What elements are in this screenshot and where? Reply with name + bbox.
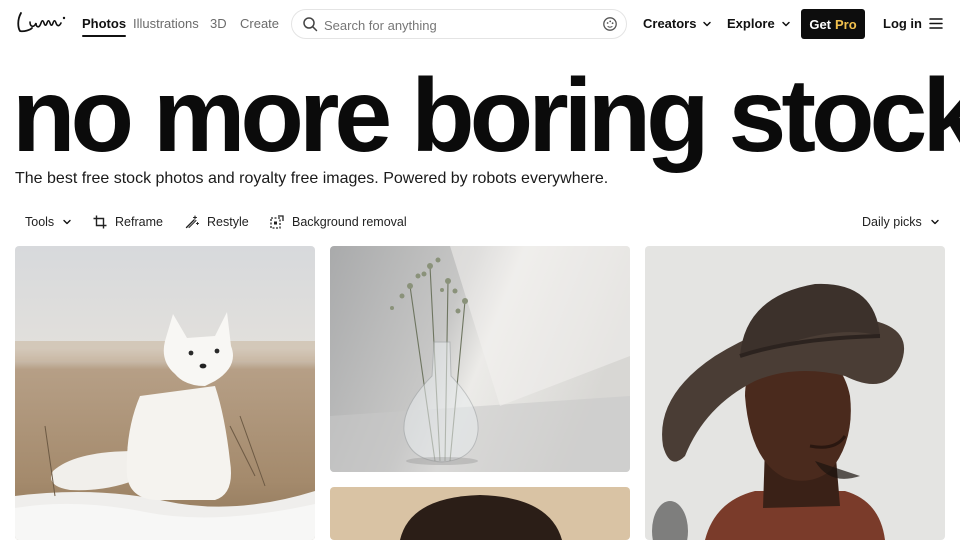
chevron-down-icon [703, 21, 712, 27]
tools-dropdown[interactable]: Tools [25, 214, 72, 230]
restyle-tool[interactable]: Restyle [185, 214, 249, 230]
tab-3d[interactable]: 3D [210, 16, 227, 32]
pro-label: Pro [835, 16, 857, 32]
chevron-down-icon [63, 219, 71, 225]
explore-dropdown[interactable]: Explore [727, 16, 791, 32]
sort-dropdown[interactable]: Daily picks [862, 214, 940, 230]
tools-label: Tools [25, 215, 55, 229]
explore-label: Explore [727, 16, 775, 31]
photo-card-arctic-fox[interactable] [15, 246, 315, 540]
crop-icon [93, 215, 107, 229]
glass-vase-photo [330, 246, 630, 472]
portrait-photo [330, 487, 630, 540]
lummi-logo[interactable] [16, 10, 68, 36]
photo-card-man-in-hat[interactable] [645, 246, 945, 540]
tab-illustrations[interactable]: Illustrations [133, 16, 199, 32]
creators-label: Creators [643, 16, 697, 31]
background-removal-label: Background removal [292, 215, 407, 229]
get-label: Get [809, 16, 831, 32]
tab-photos[interactable]: Photos [82, 16, 127, 37]
reframe-tool[interactable]: Reframe [93, 214, 163, 230]
hero-subtitle: The best free stock photos and royalty f… [15, 170, 609, 187]
top-nav: Photos Illustrations 3D Create Creators … [0, 0, 960, 48]
magic-wand-icon [185, 215, 199, 229]
search-input[interactable] [324, 14, 592, 36]
photo-card-portrait[interactable] [330, 487, 630, 540]
background-removal-icon [270, 215, 284, 229]
hamburger-menu-icon[interactable] [929, 17, 943, 30]
search-icon [303, 17, 318, 32]
arctic-fox-photo [15, 246, 315, 540]
visual-search-icon[interactable] [602, 16, 618, 32]
creators-dropdown[interactable]: Creators [643, 16, 712, 32]
search-bar [291, 9, 627, 39]
chevron-down-icon [781, 21, 790, 27]
get-pro-button[interactable]: Get Pro [801, 9, 865, 39]
chevron-down-icon [931, 219, 939, 225]
reframe-label: Reframe [115, 215, 163, 229]
photo-card-glass-vase[interactable] [330, 246, 630, 472]
sort-label: Daily picks [862, 215, 922, 229]
restyle-label: Restyle [207, 215, 249, 229]
logo-mark [17, 12, 66, 33]
login-link[interactable]: Log in [883, 16, 922, 32]
man-in-hat-photo [645, 246, 945, 540]
tab-create[interactable]: Create [240, 16, 279, 32]
background-removal-tool[interactable]: Background removal [270, 214, 407, 230]
hero-title: no more boring stock [12, 58, 960, 174]
